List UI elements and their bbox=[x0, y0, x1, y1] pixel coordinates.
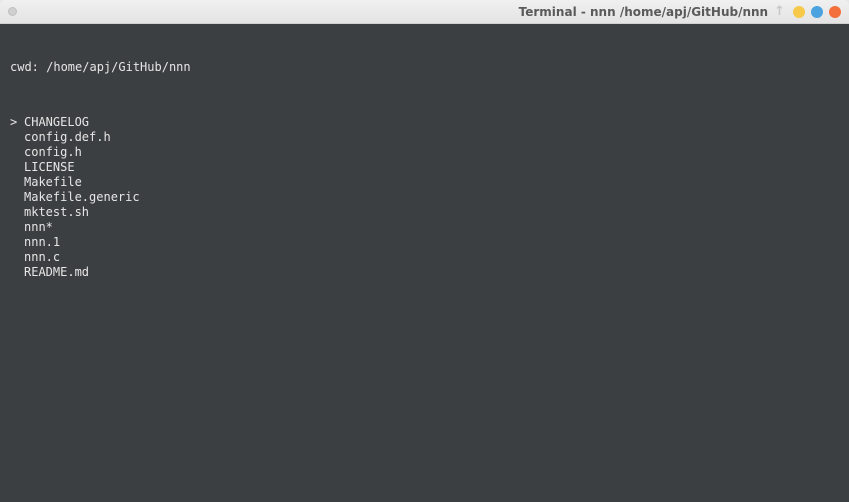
cursor-indicator bbox=[10, 220, 24, 235]
file-name: CHANGELOG bbox=[24, 115, 89, 130]
list-item[interactable]: mktest.sh bbox=[10, 205, 839, 220]
cursor-indicator bbox=[10, 145, 24, 160]
cwd-line: cwd: /home/apj/GitHub/nnn bbox=[10, 60, 839, 75]
file-name: nnn.1 bbox=[24, 235, 60, 250]
file-name: config.h bbox=[24, 145, 82, 160]
terminal-content[interactable]: cwd: /home/apj/GitHub/nnn > CHANGELOG co… bbox=[0, 24, 849, 502]
file-list[interactable]: > CHANGELOG config.def.h config.h LICENS… bbox=[10, 115, 839, 280]
terminal-window: Terminal - nnn /home/apj/GitHub/nnn ↑ cw… bbox=[0, 0, 849, 502]
file-name: README.md bbox=[24, 265, 89, 280]
titlebar-left bbox=[8, 7, 23, 16]
maximize-button[interactable] bbox=[811, 6, 823, 18]
minimize-button[interactable] bbox=[793, 6, 805, 18]
titlebar[interactable]: Terminal - nnn /home/apj/GitHub/nnn ↑ bbox=[0, 0, 849, 24]
cursor-indicator: > bbox=[10, 115, 24, 130]
cursor-indicator bbox=[10, 190, 24, 205]
file-name: nnn.c bbox=[24, 250, 60, 265]
window-menu-dot-icon[interactable] bbox=[8, 7, 17, 16]
list-item[interactable]: Makefile.generic bbox=[10, 190, 839, 205]
file-name: nnn* bbox=[24, 220, 53, 235]
cursor-indicator bbox=[10, 130, 24, 145]
cursor-indicator bbox=[10, 175, 24, 190]
cwd-label: cwd: bbox=[10, 60, 46, 74]
window-title: Terminal - nnn /home/apj/GitHub/nnn bbox=[23, 5, 774, 19]
cursor-indicator bbox=[10, 235, 24, 250]
titlebar-controls: ↑ bbox=[774, 4, 841, 19]
file-name: config.def.h bbox=[24, 130, 111, 145]
list-item[interactable]: nnn.1 bbox=[10, 235, 839, 250]
list-item[interactable]: nnn.c bbox=[10, 250, 839, 265]
list-item[interactable]: config.def.h bbox=[10, 130, 839, 145]
list-item[interactable]: LICENSE bbox=[10, 160, 839, 175]
list-item[interactable]: README.md bbox=[10, 265, 839, 280]
file-name: mktest.sh bbox=[24, 205, 89, 220]
list-item[interactable]: Makefile bbox=[10, 175, 839, 190]
cursor-indicator bbox=[10, 160, 24, 175]
list-item[interactable]: config.h bbox=[10, 145, 839, 160]
file-name: LICENSE bbox=[24, 160, 75, 175]
list-item[interactable]: nnn* bbox=[10, 220, 839, 235]
file-name: Makefile.generic bbox=[24, 190, 140, 205]
up-arrow-icon: ↑ bbox=[774, 4, 785, 19]
cursor-indicator bbox=[10, 250, 24, 265]
cursor-indicator bbox=[10, 205, 24, 220]
cursor-indicator bbox=[10, 265, 24, 280]
list-item[interactable]: > CHANGELOG bbox=[10, 115, 839, 130]
close-button[interactable] bbox=[829, 6, 841, 18]
cwd-path: /home/apj/GitHub/nnn bbox=[46, 60, 191, 74]
file-name: Makefile bbox=[24, 175, 82, 190]
